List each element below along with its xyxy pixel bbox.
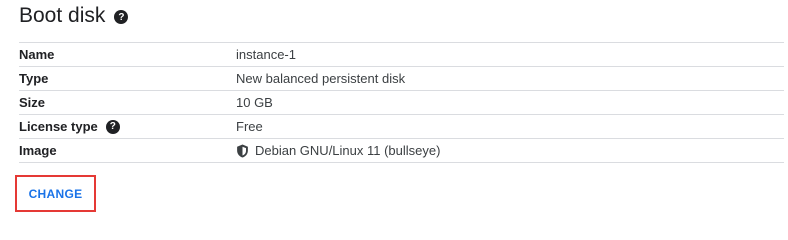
table-row-type: Type New balanced persistent disk: [19, 67, 784, 91]
boot-disk-details-table: Name instance-1 Type New balanced persis…: [19, 42, 784, 163]
row-label-with-help: License type ?: [19, 119, 236, 134]
help-icon[interactable]: ?: [114, 10, 129, 24]
row-label: License type: [19, 119, 98, 134]
change-button[interactable]: CHANGE: [29, 187, 83, 201]
shield-icon: [237, 144, 248, 157]
row-value-with-icon: Debian GNU/Linux 11 (bullseye): [236, 143, 440, 158]
row-label: Type: [19, 71, 49, 86]
table-row-size: Size 10 GB: [19, 91, 784, 115]
table-row-image: Image Debian GNU/Linux 11 (bullseye): [19, 139, 784, 163]
help-icon[interactable]: ?: [105, 119, 120, 134]
row-value: Debian GNU/Linux 11 (bullseye): [255, 143, 441, 158]
row-value: New balanced persistent disk: [236, 71, 406, 86]
boot-disk-header: Boot disk ?: [19, 2, 129, 30]
row-value: instance-1: [236, 47, 296, 62]
change-button-highlight: CHANGE: [15, 175, 96, 212]
row-label: Name: [19, 47, 55, 62]
page-title: Boot disk: [19, 4, 106, 27]
table-row-license-type: License type ? Free: [19, 115, 784, 139]
table-row-name: Name instance-1: [19, 43, 784, 67]
row-value: Free: [236, 119, 263, 134]
row-value: 10 GB: [236, 95, 273, 110]
row-label: Size: [19, 95, 46, 110]
row-label: Image: [19, 143, 57, 158]
